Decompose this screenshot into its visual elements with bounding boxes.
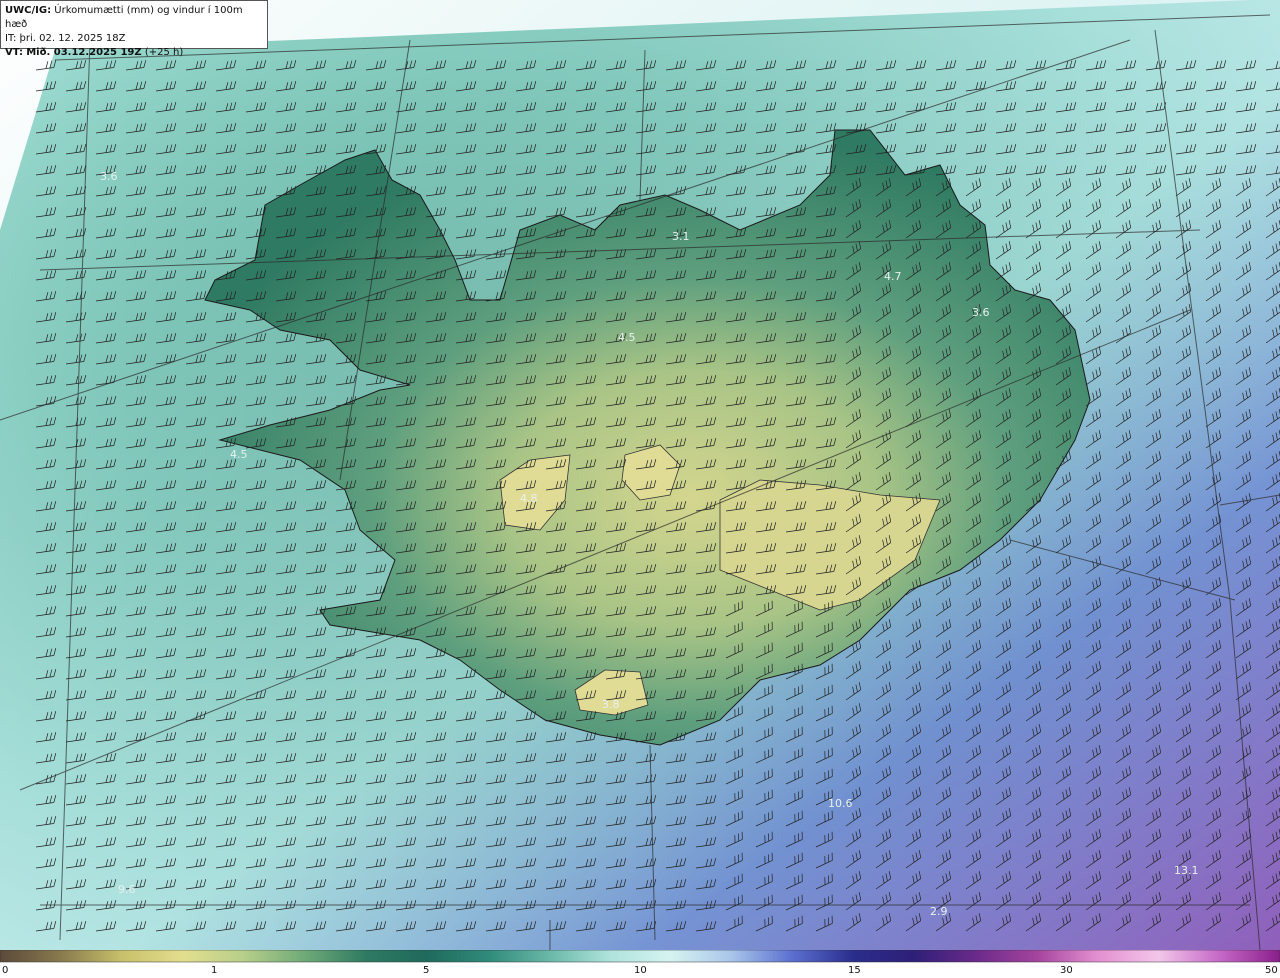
colorbar-tick-1: 1 xyxy=(211,965,218,976)
valid-time: Mið. 03.12.2025 19Z xyxy=(26,47,142,58)
colorbar-tick-15: 15 xyxy=(848,965,861,976)
lead-time: (+25 h) xyxy=(144,47,184,58)
value-label: 3.6 xyxy=(972,306,990,319)
info-title-row: UWC/IG: Úrkomumætti (mm) og vindur í 100… xyxy=(5,4,263,32)
colorbar-tick-50: 50 xyxy=(1265,965,1278,976)
value-label: 4.5 xyxy=(618,331,636,344)
value-label: 9.6 xyxy=(118,883,136,896)
value-label: 4.8 xyxy=(520,492,538,505)
value-label: 4.7 xyxy=(884,270,902,283)
colorbar-tick-30: 30 xyxy=(1060,965,1073,976)
map-info-box: UWC/IG: Úrkomumætti (mm) og vindur í 100… xyxy=(0,0,268,58)
model-label: UWC/IG: xyxy=(5,5,52,16)
value-label: 3.8 xyxy=(602,698,620,711)
vt-prefix: VT: xyxy=(5,47,24,58)
info-vt-row: VT: Mið. 03.12.2025 19Z (+25 h) xyxy=(5,46,263,60)
value-label: 3.6 xyxy=(100,170,118,183)
weather-map-view: 4.5 4.7 3.6 4.5 10.6 13.1 9.6 3.1 4.8 3.8 3.6 2.9 U… xyxy=(0,0,1280,978)
colorbar-ramp xyxy=(0,950,1280,963)
value-label: 2.9 xyxy=(930,905,948,918)
value-label: 3.1 xyxy=(672,230,690,243)
value-label: 10.6 xyxy=(828,797,853,810)
value-label: 13.1 xyxy=(1174,864,1199,877)
value-label: 4.5 xyxy=(230,448,248,461)
colorbar-tick-10: 10 xyxy=(634,965,647,976)
colorbar-tick-5: 5 xyxy=(423,965,430,976)
precipitation-wind-map[interactable]: 4.5 4.7 3.6 4.5 10.6 13.1 9.6 3.1 4.8 3.8 3.6 2.9 xyxy=(0,0,1280,950)
info-it-row: IT: þri. 02. 12. 2025 18Z xyxy=(5,32,263,46)
initial-time: þri. 02. 12. 2025 18Z xyxy=(19,33,126,44)
it-prefix: IT: xyxy=(5,33,17,44)
colorbar-tick-0: 0 xyxy=(2,965,9,976)
